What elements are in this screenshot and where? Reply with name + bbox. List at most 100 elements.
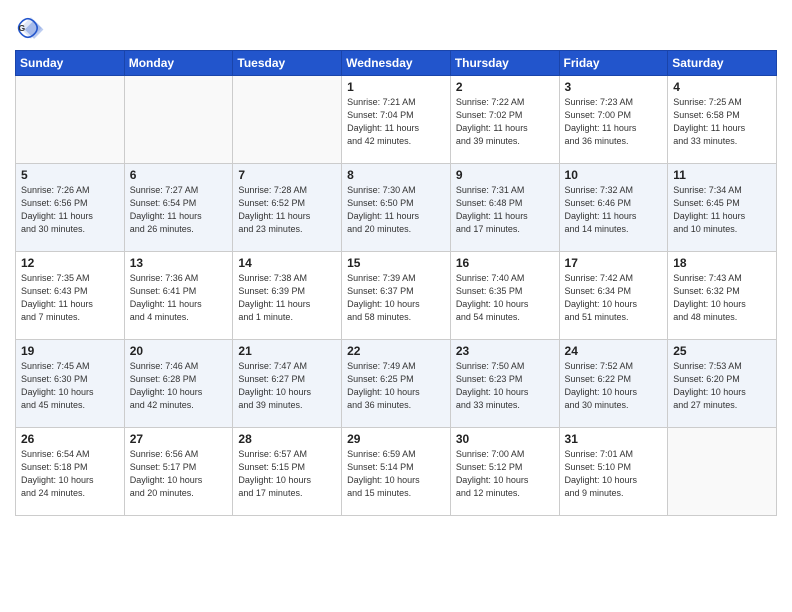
calendar-cell xyxy=(16,76,125,164)
calendar-cell: 22 Sunrise: 7:49 AMSunset: 6:25 PMDayligh… xyxy=(342,340,451,428)
calendar-cell: 28 Sunrise: 6:57 AMSunset: 5:15 PMDayligh… xyxy=(233,428,342,516)
day-info: Sunrise: 7:40 AMSunset: 6:35 PMDaylight:… xyxy=(456,272,555,324)
header: G xyxy=(15,10,777,42)
day-info: Sunrise: 7:32 AMSunset: 6:46 PMDaylight:… xyxy=(565,184,664,236)
calendar-week-0: 1Sunrise: 7:21 AMSunset: 7:04 PMDaylight… xyxy=(16,76,777,164)
col-header-wednesday: Wednesday xyxy=(342,51,451,76)
day-info: Sunrise: 7:45 AMSunset: 6:30 PMDaylight:… xyxy=(21,360,120,412)
day-info: Sunrise: 6:57 AMSunset: 5:15 PMDaylight:… xyxy=(238,448,337,500)
day-number: 30 xyxy=(456,432,555,446)
day-number: 14 xyxy=(238,256,337,270)
day-info: Sunrise: 7:52 AMSunset: 6:22 PMDaylight:… xyxy=(565,360,664,412)
day-info: Sunrise: 7:27 AMSunset: 6:54 PMDaylight:… xyxy=(130,184,229,236)
day-number: 17 xyxy=(565,256,664,270)
calendar-cell: 17Sunrise: 7:42 AMSunset: 6:34 PMDayligh… xyxy=(559,252,668,340)
calendar-cell: 26 Sunrise: 6:54 AMSunset: 5:18 PMDayligh… xyxy=(16,428,125,516)
calendar-cell: 27 Sunrise: 6:56 AMSunset: 5:17 PMDayligh… xyxy=(124,428,233,516)
day-info: Sunrise: 7:35 AMSunset: 6:43 PMDaylight:… xyxy=(21,272,120,324)
day-number: 6 xyxy=(130,168,229,182)
day-number: 29 xyxy=(347,432,446,446)
calendar-cell: 11 Sunrise: 7:34 AMSunset: 6:45 PMDayligh… xyxy=(668,164,777,252)
svg-text:G: G xyxy=(19,23,26,33)
day-info: Sunrise: 7:49 AMSunset: 6:25 PMDaylight:… xyxy=(347,360,446,412)
day-number: 13 xyxy=(130,256,229,270)
page: G SundayMondayTuesdayWednesdayThursdayFr… xyxy=(0,0,792,612)
day-number: 1 xyxy=(347,80,446,94)
day-number: 23 xyxy=(456,344,555,358)
day-info: Sunrise: 7:43 AMSunset: 6:32 PMDaylight:… xyxy=(673,272,772,324)
calendar-cell: 8 Sunrise: 7:30 AMSunset: 6:50 PMDaylight… xyxy=(342,164,451,252)
day-info: Sunrise: 7:01 AMSunset: 5:10 PMDaylight:… xyxy=(565,448,664,500)
day-info: Sunrise: 7:39 AMSunset: 6:37 PMDaylight:… xyxy=(347,272,446,324)
calendar-cell: 30 Sunrise: 7:00 AMSunset: 5:12 PMDayligh… xyxy=(450,428,559,516)
calendar-cell: 21 Sunrise: 7:47 AMSunset: 6:27 PMDayligh… xyxy=(233,340,342,428)
day-number: 20 xyxy=(130,344,229,358)
col-header-thursday: Thursday xyxy=(450,51,559,76)
logo: G xyxy=(15,14,45,42)
calendar-cell: 29 Sunrise: 6:59 AMSunset: 5:14 PMDayligh… xyxy=(342,428,451,516)
day-number: 12 xyxy=(21,256,120,270)
col-header-monday: Monday xyxy=(124,51,233,76)
day-info: Sunrise: 7:53 AMSunset: 6:20 PMDaylight:… xyxy=(673,360,772,412)
day-info: Sunrise: 6:54 AMSunset: 5:18 PMDaylight:… xyxy=(21,448,120,500)
day-number: 15 xyxy=(347,256,446,270)
calendar-cell: 23 Sunrise: 7:50 AMSunset: 6:23 PMDayligh… xyxy=(450,340,559,428)
calendar-cell: 25Sunrise: 7:53 AMSunset: 6:20 PMDayligh… xyxy=(668,340,777,428)
day-number: 7 xyxy=(238,168,337,182)
calendar-cell: 7Sunrise: 7:28 AMSunset: 6:52 PMDaylight… xyxy=(233,164,342,252)
calendar-cell: 31Sunrise: 7:01 AMSunset: 5:10 PMDayligh… xyxy=(559,428,668,516)
day-info: Sunrise: 7:38 AMSunset: 6:39 PMDaylight:… xyxy=(238,272,337,324)
col-header-tuesday: Tuesday xyxy=(233,51,342,76)
day-number: 16 xyxy=(456,256,555,270)
day-info: Sunrise: 7:47 AMSunset: 6:27 PMDaylight:… xyxy=(238,360,337,412)
calendar-week-1: 5 Sunrise: 7:26 AMSunset: 6:56 PMDaylight… xyxy=(16,164,777,252)
day-info: Sunrise: 7:23 AMSunset: 7:00 PMDaylight:… xyxy=(565,96,664,148)
day-info: Sunrise: 7:25 AMSunset: 6:58 PMDaylight:… xyxy=(673,96,772,148)
day-number: 22 xyxy=(347,344,446,358)
calendar-cell xyxy=(668,428,777,516)
calendar-cell: 5 Sunrise: 7:26 AMSunset: 6:56 PMDaylight… xyxy=(16,164,125,252)
day-info: Sunrise: 7:00 AMSunset: 5:12 PMDaylight:… xyxy=(456,448,555,500)
calendar-week-4: 26 Sunrise: 6:54 AMSunset: 5:18 PMDayligh… xyxy=(16,428,777,516)
day-number: 19 xyxy=(21,344,120,358)
calendar: SundayMondayTuesdayWednesdayThursdayFrid… xyxy=(15,50,777,516)
day-number: 27 xyxy=(130,432,229,446)
day-number: 8 xyxy=(347,168,446,182)
calendar-cell: 12 Sunrise: 7:35 AMSunset: 6:43 PMDayligh… xyxy=(16,252,125,340)
day-info: Sunrise: 6:59 AMSunset: 5:14 PMDaylight:… xyxy=(347,448,446,500)
calendar-cell: 9Sunrise: 7:31 AMSunset: 6:48 PMDaylight… xyxy=(450,164,559,252)
calendar-week-2: 12 Sunrise: 7:35 AMSunset: 6:43 PMDayligh… xyxy=(16,252,777,340)
calendar-cell: 14 Sunrise: 7:38 AMSunset: 6:39 PMDayligh… xyxy=(233,252,342,340)
day-number: 5 xyxy=(21,168,120,182)
col-header-sunday: Sunday xyxy=(16,51,125,76)
day-number: 2 xyxy=(456,80,555,94)
calendar-header-row: SundayMondayTuesdayWednesdayThursdayFrid… xyxy=(16,51,777,76)
day-info: Sunrise: 7:34 AMSunset: 6:45 PMDaylight:… xyxy=(673,184,772,236)
day-number: 28 xyxy=(238,432,337,446)
day-info: Sunrise: 6:56 AMSunset: 5:17 PMDaylight:… xyxy=(130,448,229,500)
day-number: 21 xyxy=(238,344,337,358)
day-number: 3 xyxy=(565,80,664,94)
calendar-cell: 15 Sunrise: 7:39 AMSunset: 6:37 PMDayligh… xyxy=(342,252,451,340)
day-info: Sunrise: 7:36 AMSunset: 6:41 PMDaylight:… xyxy=(130,272,229,324)
day-number: 24 xyxy=(565,344,664,358)
calendar-cell xyxy=(124,76,233,164)
calendar-cell: 3 Sunrise: 7:23 AMSunset: 7:00 PMDaylight… xyxy=(559,76,668,164)
calendar-cell: 19 Sunrise: 7:45 AMSunset: 6:30 PMDayligh… xyxy=(16,340,125,428)
day-info: Sunrise: 7:50 AMSunset: 6:23 PMDaylight:… xyxy=(456,360,555,412)
day-info: Sunrise: 7:30 AMSunset: 6:50 PMDaylight:… xyxy=(347,184,446,236)
day-number: 11 xyxy=(673,168,772,182)
calendar-cell: 4Sunrise: 7:25 AMSunset: 6:58 PMDaylight… xyxy=(668,76,777,164)
logo-icon: G xyxy=(17,14,45,42)
day-number: 26 xyxy=(21,432,120,446)
day-info: Sunrise: 7:22 AMSunset: 7:02 PMDaylight:… xyxy=(456,96,555,148)
calendar-cell: 6 Sunrise: 7:27 AMSunset: 6:54 PMDaylight… xyxy=(124,164,233,252)
day-number: 9 xyxy=(456,168,555,182)
day-number: 18 xyxy=(673,256,772,270)
calendar-week-3: 19 Sunrise: 7:45 AMSunset: 6:30 PMDayligh… xyxy=(16,340,777,428)
calendar-cell: 18 Sunrise: 7:43 AMSunset: 6:32 PMDayligh… xyxy=(668,252,777,340)
calendar-cell: 13 Sunrise: 7:36 AMSunset: 6:41 PMDayligh… xyxy=(124,252,233,340)
calendar-cell: 10Sunrise: 7:32 AMSunset: 6:46 PMDayligh… xyxy=(559,164,668,252)
day-info: Sunrise: 7:26 AMSunset: 6:56 PMDaylight:… xyxy=(21,184,120,236)
col-header-saturday: Saturday xyxy=(668,51,777,76)
